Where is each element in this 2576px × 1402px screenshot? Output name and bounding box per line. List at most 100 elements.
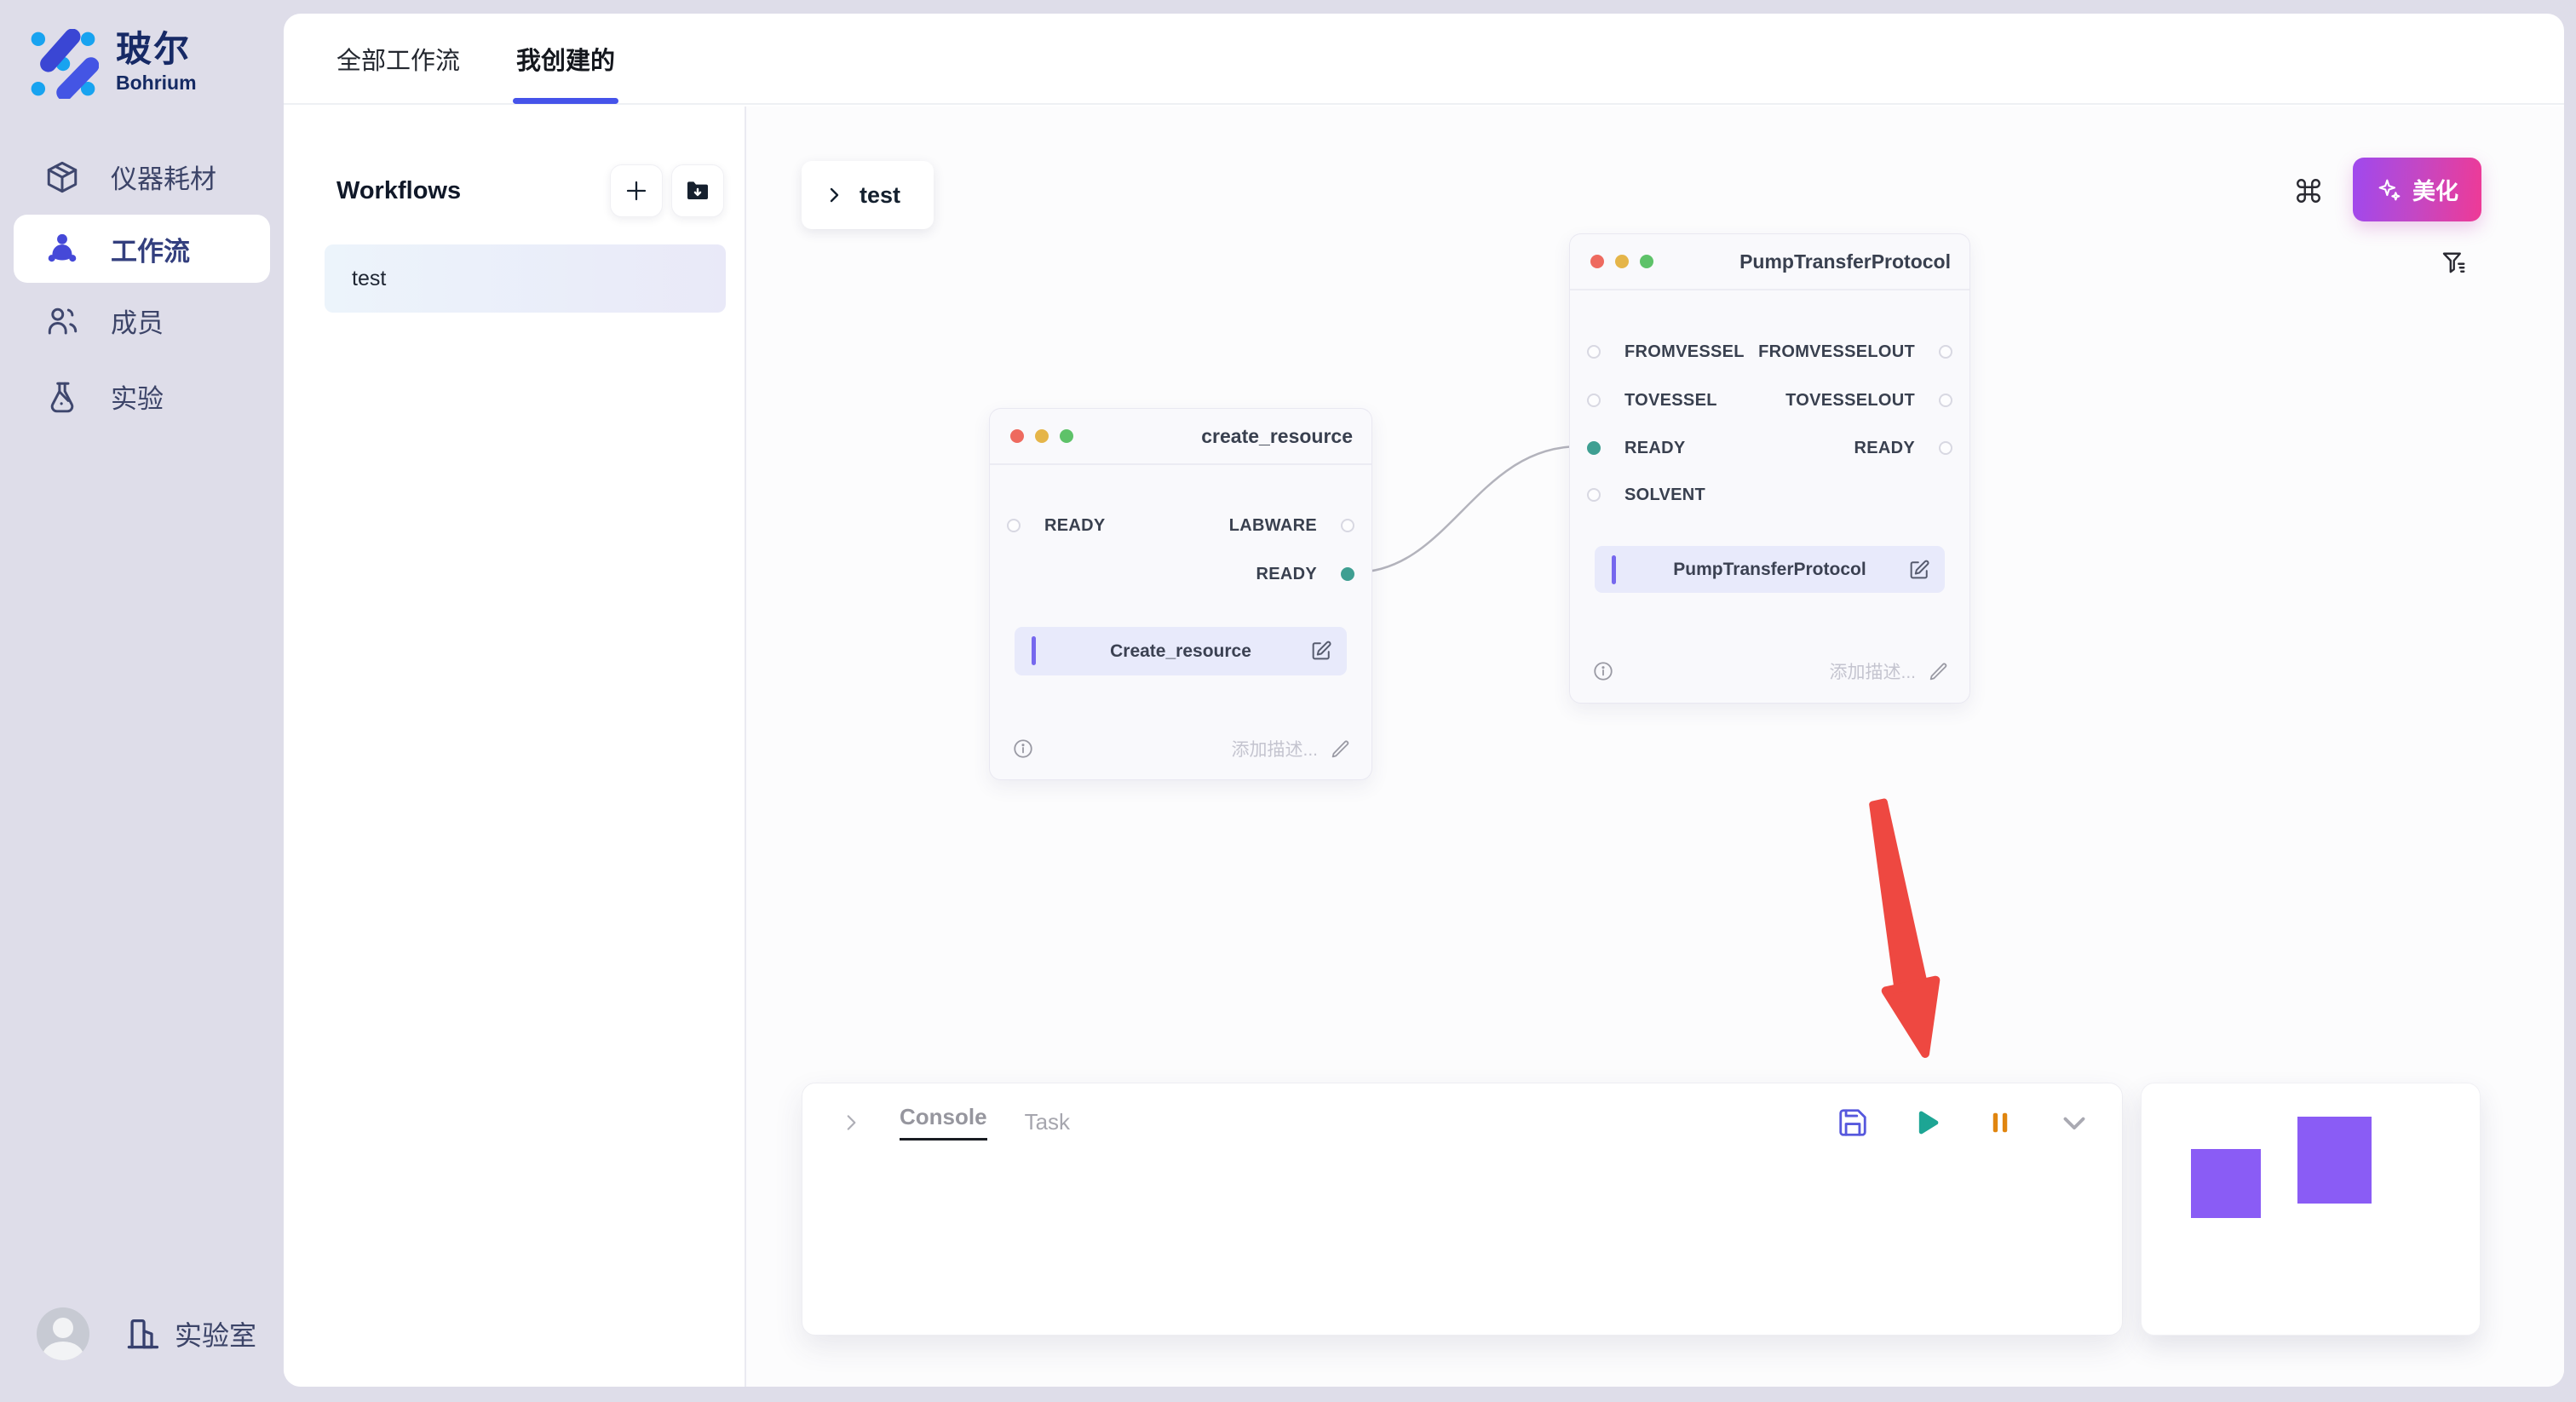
light-yellow (1035, 429, 1049, 443)
sidebar-item-label: 成员 (111, 302, 164, 340)
run-button[interactable] (1910, 1106, 1944, 1140)
members-icon (44, 303, 80, 339)
output-port-fromvesselout[interactable] (1939, 345, 1952, 359)
filter-funnel-icon (2439, 248, 2470, 279)
description-placeholder[interactable]: 添加描述... (1829, 658, 1916, 684)
sidebar-nav: 仪器耗材 工作流 成员 实验 (0, 139, 284, 434)
sidebar-item-experiment[interactable]: 实验 (0, 359, 284, 434)
node-title: create_resource (1201, 425, 1353, 448)
edit-icon[interactable] (1907, 558, 1931, 582)
shortcuts-button[interactable] (2291, 173, 2326, 209)
workflows-panel: Workflows test (284, 106, 746, 1387)
output-port-labware[interactable] (1341, 519, 1354, 532)
light-yellow (1615, 255, 1629, 268)
sidebar-item-label: 仪器耗材 (111, 158, 216, 196)
workflows-title: Workflows (336, 177, 461, 205)
tab-created-by-me[interactable]: 我创建的 (516, 14, 615, 104)
input-port-fromvessel[interactable] (1587, 345, 1601, 359)
node-function-chip[interactable]: PumpTransferProtocol (1595, 546, 1945, 593)
tab-task[interactable]: Task (1025, 1109, 1070, 1135)
node-header: PumpTransferProtocol (1570, 234, 1969, 290)
input-port-ready-connected[interactable] (1587, 441, 1601, 455)
pause-button[interactable] (1985, 1107, 2015, 1138)
port-label: LABWARE (1229, 516, 1317, 536)
input-port-ready[interactable] (1007, 519, 1021, 532)
pencil-icon[interactable] (1928, 661, 1949, 682)
port-label: TOVESSELOUT (1785, 391, 1915, 411)
save-icon (1837, 1106, 1869, 1139)
light-green (1060, 429, 1073, 443)
port-label: FROMVESSEL (1624, 342, 1745, 362)
node-title: PumpTransferProtocol (1739, 250, 1951, 273)
sidebar-item-instruments[interactable]: 仪器耗材 (0, 139, 284, 215)
filter-button[interactable] (2434, 243, 2475, 284)
chip-accent-bar (1032, 636, 1036, 665)
output-port-ready-connected[interactable] (1341, 567, 1354, 581)
port-label: FROMVESSELOUT (1758, 342, 1915, 362)
collapse-button[interactable] (2056, 1105, 2092, 1141)
tab-console[interactable]: Console (900, 1104, 987, 1141)
brand-logo: 玻尔 Bohrium (27, 29, 197, 99)
brand-subtitle: Bohrium (116, 72, 197, 95)
add-workflow-button[interactable] (610, 164, 663, 217)
command-icon (2294, 176, 2323, 205)
chip-accent-bar (1612, 555, 1616, 584)
minimap-node-create-resource (2191, 1149, 2261, 1218)
import-workflow-button[interactable] (671, 164, 724, 217)
bohrium-logo-icon (27, 29, 99, 99)
description-placeholder[interactable]: 添加描述... (1231, 736, 1318, 761)
package-icon (44, 159, 80, 195)
brand-title: 玻尔 (116, 29, 197, 70)
input-port-tovessel[interactable] (1587, 394, 1601, 407)
port-label: TOVESSEL (1624, 391, 1717, 411)
port-label: READY (1044, 516, 1106, 536)
info-icon[interactable] (1012, 738, 1034, 760)
port-label: READY (1256, 565, 1317, 584)
avatar[interactable] (37, 1307, 89, 1360)
pencil-icon[interactable] (1330, 738, 1351, 760)
save-button[interactable] (1837, 1106, 1869, 1139)
sidebar-footer: 实验室 (37, 1307, 256, 1360)
node-header: create_resource (990, 409, 1371, 465)
output-port-tovesselout[interactable] (1939, 394, 1952, 407)
beautify-button[interactable]: 美化 (2353, 158, 2481, 221)
sidebar-item-workflow[interactable]: 工作流 (14, 215, 270, 283)
port-label: READY (1624, 439, 1686, 458)
sidebar-item-label: 工作流 (111, 230, 190, 268)
sidebar: 玻尔 Bohrium 仪器耗材 工作流 成员 (0, 0, 284, 1402)
play-icon (1910, 1106, 1944, 1140)
output-port-ready[interactable] (1939, 441, 1952, 455)
node-function-chip[interactable]: Create_resource (1015, 627, 1347, 675)
chip-label: Create_resource (1110, 641, 1251, 662)
port-label: READY (1854, 439, 1915, 458)
plus-icon (624, 178, 649, 204)
workflow-user-icon (44, 231, 80, 267)
console-panel: Console Task (802, 1083, 2123, 1336)
sidebar-item-members[interactable]: 成员 (0, 283, 284, 359)
workflow-list-item-test[interactable]: test (325, 244, 726, 313)
edit-icon[interactable] (1309, 639, 1333, 663)
lab-label: 实验室 (175, 1314, 256, 1353)
building-icon (124, 1315, 161, 1353)
sparkles-icon (2376, 176, 2403, 204)
chevron-down-icon (2056, 1105, 2092, 1141)
expand-chevron-icon[interactable] (840, 1112, 862, 1134)
minimap[interactable] (2141, 1083, 2481, 1336)
input-port-solvent[interactable] (1587, 488, 1601, 502)
info-icon[interactable] (1592, 660, 1614, 682)
node-create-resource[interactable]: create_resource READY LABWARE READY (989, 408, 1372, 780)
main-panel: 全部工作流 我创建的 Workflows (284, 14, 2564, 1387)
beautify-label: 美化 (2412, 173, 2458, 206)
breadcrumb-label: test (860, 182, 900, 209)
port-label: SOLVENT (1624, 486, 1705, 505)
workflow-canvas[interactable]: test 美化 (746, 106, 2564, 1387)
traffic-lights (1010, 429, 1073, 443)
workflow-tabbar: 全部工作流 我创建的 (284, 14, 2564, 105)
node-pump-transfer-protocol[interactable]: PumpTransferProtocol FROMVESSEL FROMVESS… (1569, 233, 1970, 704)
breadcrumb[interactable]: test (802, 161, 934, 229)
traffic-lights (1590, 255, 1653, 268)
folder-download-icon (684, 177, 711, 204)
tab-all-workflows[interactable]: 全部工作流 (336, 14, 460, 104)
lab-switcher[interactable]: 实验室 (124, 1314, 256, 1353)
sidebar-item-label: 实验 (111, 377, 164, 416)
